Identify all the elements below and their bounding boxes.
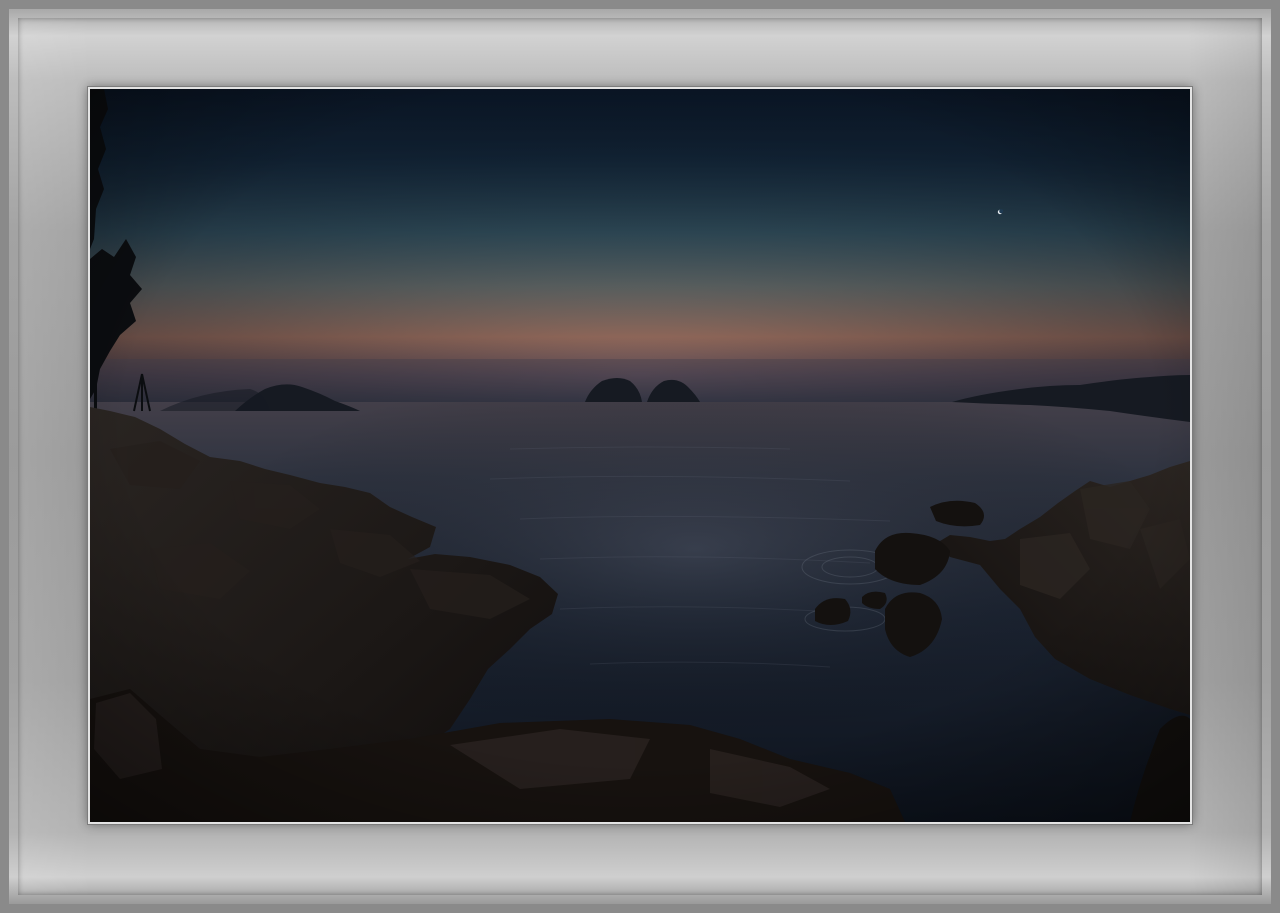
dusk-seascape-photo [88,87,1192,824]
